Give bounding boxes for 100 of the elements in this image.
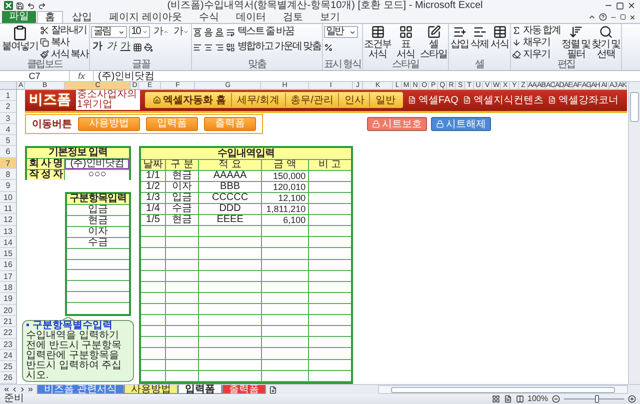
font-style-button[interactable]: 가 — [105, 42, 118, 52]
zoom-out-icon[interactable] — [552, 395, 560, 403]
nav-link[interactable]: 엑셀자동화 홈 — [148, 93, 231, 108]
editing-button[interactable]: 자동 합계 — [512, 25, 560, 36]
cells-button[interactable]: 삽입 — [450, 25, 470, 50]
cut-button[interactable]: 잘라내기 — [40, 25, 88, 36]
dropdown-icon — [348, 28, 356, 36]
cells-button[interactable]: 삭제 — [470, 25, 490, 50]
vertical-scrollbar[interactable] — [628, 82, 640, 384]
first-sheet-icon[interactable] — [3, 386, 10, 393]
ribbon-tab[interactable]: 보기 — [312, 11, 348, 23]
zoom-in-icon[interactable] — [628, 395, 636, 403]
sheet-tab[interactable]: 사용방법 — [124, 385, 178, 394]
previous-sheet-icon[interactable] — [11, 386, 18, 393]
sheet-tab[interactable]: 비즈폼 관련서식 — [37, 385, 124, 394]
next-sheet-icon[interactable] — [19, 386, 26, 393]
editing-button[interactable]: 찾기 및 선택 — [591, 25, 620, 60]
undo-icon[interactable] — [27, 2, 35, 10]
ribbon-tab[interactable]: 삽입 — [64, 11, 100, 23]
banner-link[interactable]: 엑셀FAQ — [408, 93, 458, 108]
slider-thumb[interactable] — [595, 395, 599, 403]
nav-link[interactable]: 총무/관리 — [284, 93, 338, 108]
editing-button[interactable]: 정렬 및 필터 — [561, 25, 590, 60]
merge-button[interactable]: 병합하고 가운데 맞춤 — [226, 42, 321, 52]
style-button[interactable]: 셀 스타일 — [420, 25, 448, 60]
align-middle-icon[interactable] — [204, 28, 214, 36]
save-icon[interactable] — [16, 2, 24, 10]
maximize-icon[interactable] — [616, 2, 624, 10]
row-label: 회 사 명 — [27, 159, 66, 170]
align-right-icon[interactable] — [215, 42, 224, 52]
redo-icon[interactable] — [38, 2, 46, 10]
paint-bucket-icon[interactable] — [144, 42, 154, 52]
border-icon[interactable] — [133, 42, 142, 52]
cells-button[interactable]: 서식 — [490, 25, 510, 50]
function-label[interactable]: fx — [74, 70, 90, 82]
table-cell — [262, 360, 309, 371]
percent-icon[interactable] — [324, 42, 333, 52]
group-label: 글꼴 — [132, 60, 150, 70]
ribbon-tab[interactable]: 데이터 — [228, 11, 274, 23]
ribbon-tab[interactable]: 페이지 레이아웃 — [101, 11, 190, 23]
row-header: 25 — [0, 361, 17, 372]
editing-button[interactable]: 채우기 — [512, 37, 560, 48]
font-size-field[interactable]: 10 — [129, 26, 150, 38]
editing-button[interactable]: 지우기 — [512, 49, 560, 60]
sheet-tab[interactable]: 입력폼 — [178, 385, 222, 394]
nav-link[interactable]: 일반 — [369, 93, 400, 108]
table-cell[interactable]: ○○○ — [65, 170, 129, 180]
banner-link[interactable]: 엑셀강좌코너 — [548, 93, 618, 108]
ribbon-tab[interactable]: 검토 — [274, 11, 311, 23]
font-name-field[interactable]: 굴림 — [91, 26, 128, 38]
style-button[interactable]: 조건부 서식 — [364, 25, 392, 60]
table-cell — [198, 237, 262, 248]
ribbon-tab[interactable]: 수식 — [190, 11, 227, 23]
align-top-icon[interactable] — [193, 28, 202, 36]
nav-link[interactable]: 인사 — [338, 93, 370, 108]
align-center-icon[interactable] — [204, 42, 214, 52]
row-header: 15 — [0, 248, 17, 260]
table-cell: DDD — [198, 204, 262, 216]
page-layout-icon[interactable] — [504, 395, 512, 403]
align-bottom-icon[interactable] — [215, 28, 224, 36]
sheet-tab[interactable]: 출력폼 — [222, 385, 266, 394]
row-header: 22 — [0, 327, 17, 339]
number-format-field[interactable]: 일반 — [324, 26, 358, 38]
font-style-button[interactable]: 가 — [172, 27, 190, 37]
copy-button[interactable]: 복사 — [40, 37, 88, 48]
row-header: 9 — [0, 180, 17, 192]
ribbon-tab[interactable]: 파일 — [2, 11, 36, 23]
format-painter-button[interactable]: 서식 복사 — [40, 49, 88, 60]
font-style-button[interactable]: 가 — [152, 27, 170, 37]
font-style-button[interactable]: 가 — [119, 42, 132, 52]
protect-button[interactable]: 시트해제 — [431, 116, 491, 131]
help-icon[interactable] — [599, 13, 607, 21]
dropdown-icon — [142, 29, 148, 35]
wrap-text-button[interactable]: 텍스트 줄 바꿈 — [226, 26, 294, 38]
banner-link[interactable]: 엑셀지식컨텐츠 — [463, 93, 544, 108]
wrap-text-icon — [226, 28, 236, 36]
table-cell[interactable]: (주)인비닷컴 — [65, 159, 129, 170]
row-header: 6 — [0, 146, 17, 158]
house-icon — [153, 96, 161, 104]
close-icon[interactable] — [629, 14, 636, 20]
font-style-button[interactable]: 가 — [91, 42, 104, 52]
page-break-icon[interactable] — [516, 395, 524, 403]
new-sheet-icon[interactable] — [268, 386, 277, 394]
ribbon-tab[interactable]: 홈 — [37, 11, 63, 23]
row-header: 21 — [0, 316, 17, 328]
horizontal-scrollbar[interactable] — [378, 385, 628, 394]
collapse-ribbon-icon[interactable] — [588, 13, 596, 21]
caret-down-icon — [183, 29, 190, 35]
nav-link[interactable]: 세무/회계 — [230, 93, 285, 108]
style-button[interactable]: 표 서식 — [392, 25, 420, 60]
last-sheet-icon[interactable] — [27, 386, 34, 393]
table-title: 기본정보 입력 — [27, 148, 129, 160]
normal-view-icon[interactable] — [492, 395, 500, 403]
align-left-icon[interactable] — [193, 42, 202, 52]
close-icon[interactable] — [627, 1, 636, 10]
row-header: 26 — [0, 372, 17, 384]
restore-icon[interactable] — [620, 14, 626, 20]
paste-button[interactable]: 붙여넣기 — [1, 25, 39, 52]
merge-icon — [226, 42, 236, 52]
table-cell: 이자 — [166, 182, 199, 193]
